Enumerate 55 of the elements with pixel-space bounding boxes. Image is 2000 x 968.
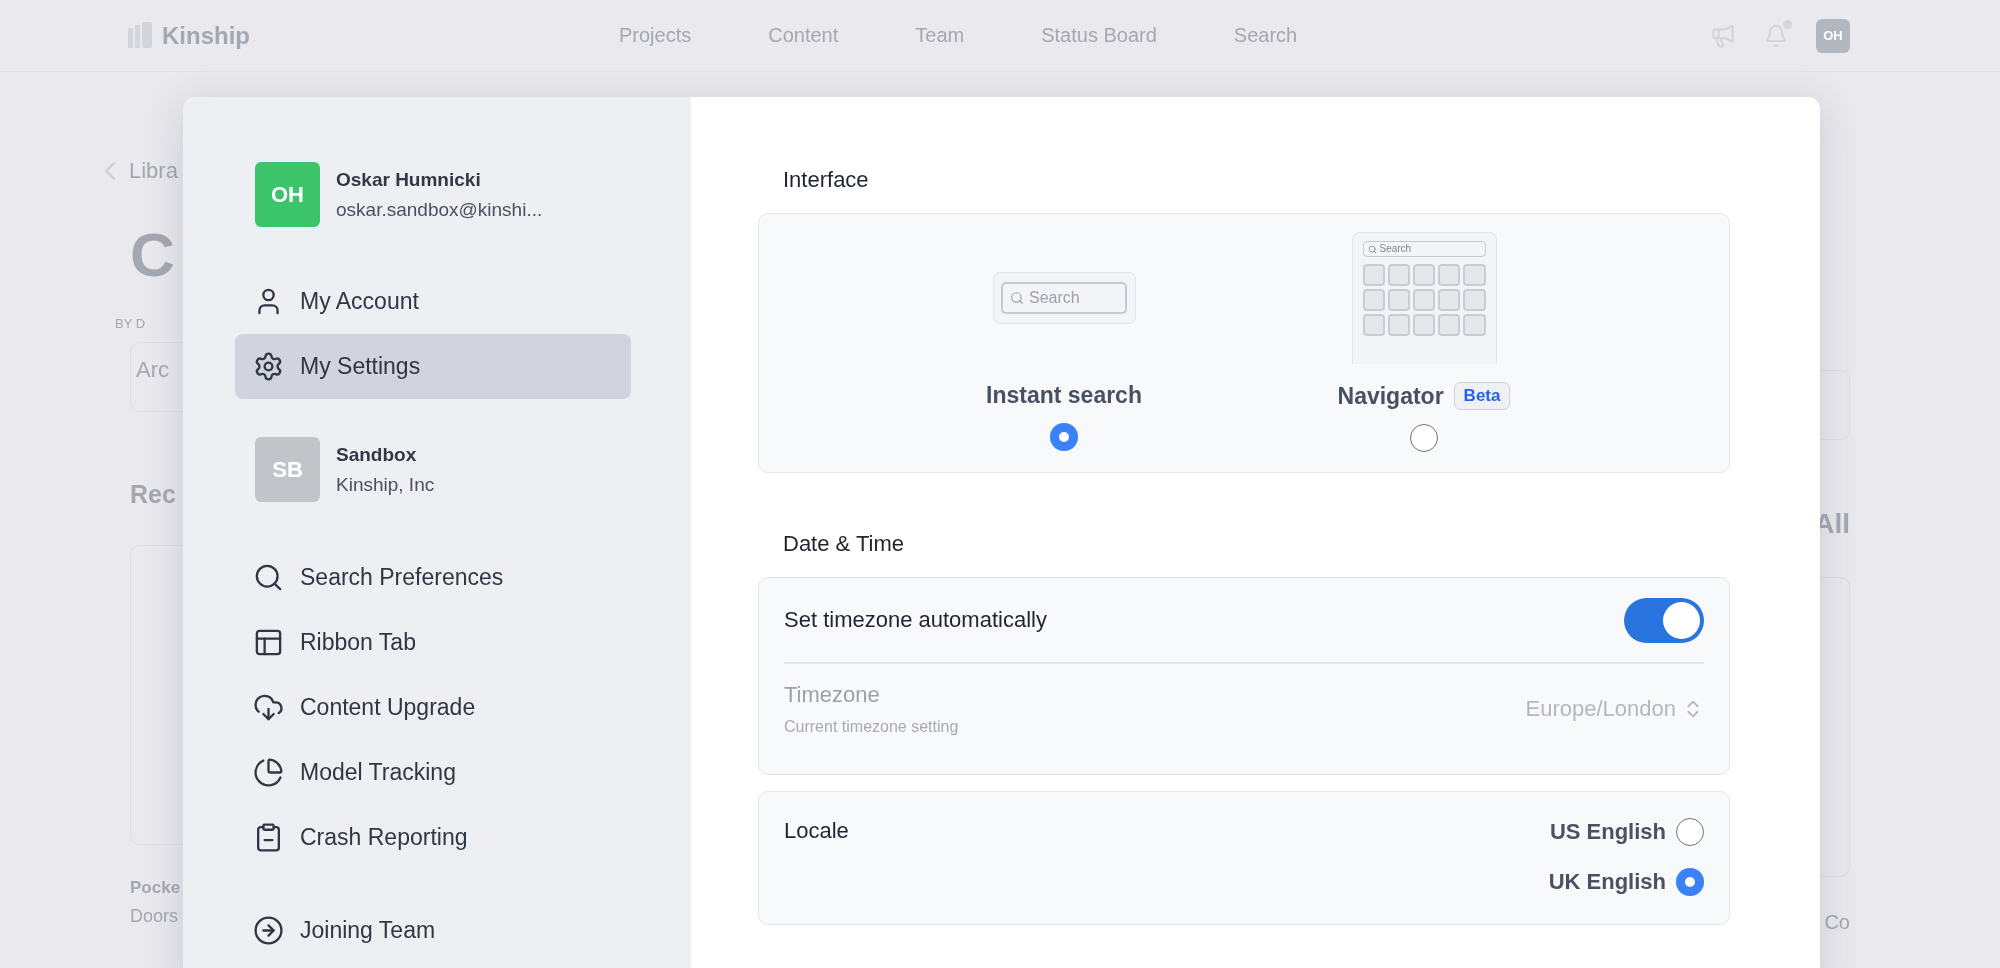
nav-link[interactable]: Status Board bbox=[1041, 24, 1157, 47]
field-value: Arc bbox=[136, 357, 169, 384]
workspace-avatar: SB bbox=[255, 437, 320, 502]
sidebar-item[interactable]: Model Tracking bbox=[235, 740, 631, 805]
byline: BY D bbox=[115, 316, 147, 332]
search-icon bbox=[1010, 291, 1024, 305]
nav-link[interactable]: Search bbox=[1233, 24, 1298, 47]
radio-button[interactable] bbox=[1676, 868, 1704, 896]
card-title: Pocke bbox=[130, 878, 182, 899]
arrow-circle-icon bbox=[253, 915, 284, 946]
user-avatar: OH bbox=[255, 162, 320, 227]
pie-chart-icon bbox=[253, 757, 284, 788]
sidebar-item[interactable]: My Settings bbox=[235, 334, 631, 399]
search-icon bbox=[253, 562, 284, 593]
setting-label: Locale bbox=[784, 818, 849, 844]
nav-link[interactable]: Projects bbox=[619, 24, 692, 47]
user-avatar[interactable]: OH bbox=[1816, 18, 1850, 53]
setting-label: Set timezone automatically bbox=[784, 607, 1047, 633]
radio-button[interactable] bbox=[1676, 818, 1704, 846]
user-name: Oskar Humnicki bbox=[336, 168, 482, 191]
toggle-switch[interactable] bbox=[1624, 597, 1704, 643]
card-title: Co bbox=[1824, 909, 1850, 934]
section-title: Date & Time bbox=[782, 531, 906, 557]
layout-icon bbox=[253, 627, 284, 658]
nav-link[interactable]: Content bbox=[768, 24, 839, 47]
section-title: Interface bbox=[782, 167, 870, 193]
radio-button[interactable] bbox=[1050, 423, 1078, 451]
search-icon bbox=[1367, 244, 1377, 254]
sidebar-item[interactable]: My Account bbox=[235, 269, 631, 334]
breadcrumb-link[interactable]: Libra bbox=[129, 157, 178, 185]
sidebar-item[interactable]: Content Upgrade bbox=[235, 675, 631, 740]
cloud-download-icon bbox=[253, 692, 284, 723]
settings-icon bbox=[253, 351, 284, 382]
section-heading: Rec bbox=[130, 479, 177, 509]
sidebar-item[interactable]: Crash Reporting bbox=[235, 805, 631, 870]
user-email: oskar.sandbox@kinshi... bbox=[336, 198, 543, 221]
option-label: Instant search bbox=[986, 382, 1142, 409]
radio-button[interactable] bbox=[1410, 424, 1438, 452]
beta-badge: Beta bbox=[1453, 382, 1511, 410]
sidebar-item[interactable]: Ribbon Tab bbox=[235, 610, 631, 675]
setting-label: Timezone bbox=[784, 682, 881, 708]
option-label: UK English bbox=[1548, 869, 1666, 895]
preview-text: Search bbox=[1029, 289, 1080, 307]
sidebar-item[interactable]: Joining Team bbox=[235, 898, 631, 963]
preview-text: Search bbox=[1379, 244, 1412, 254]
sidebar-item[interactable]: Search Preferences bbox=[235, 545, 631, 610]
option-label: US English bbox=[1549, 819, 1666, 845]
brand-name[interactable]: Kinship bbox=[162, 21, 250, 50]
page-title: C bbox=[130, 219, 176, 291]
company-name: Kinship, Inc bbox=[336, 473, 435, 496]
nav-link[interactable]: Team bbox=[915, 24, 965, 47]
option-label: Navigator bbox=[1337, 382, 1444, 410]
workspace-name: Sandbox bbox=[336, 443, 418, 466]
setting-description: Current timezone setting bbox=[784, 718, 959, 736]
card-subtitle: Doors bbox=[130, 906, 179, 928]
